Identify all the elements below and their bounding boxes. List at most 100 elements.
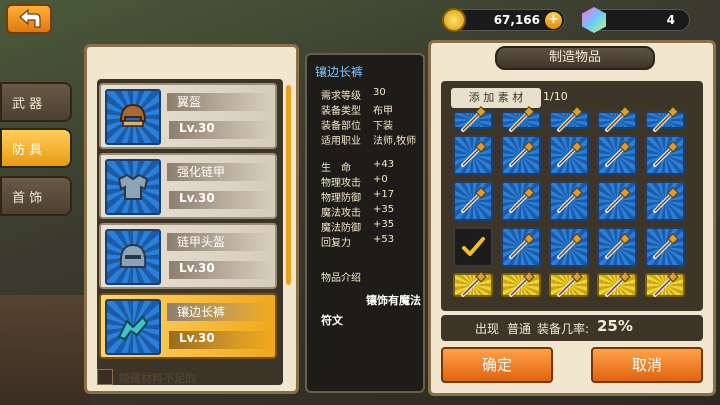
- material-slot[interactable]: [453, 135, 493, 175]
- list-item[interactable]: 链甲头盔 Lv.30: [99, 223, 277, 289]
- material-slot[interactable]: [453, 181, 493, 221]
- material-slot[interactable]: [645, 271, 685, 297]
- info-label: 适用职业: [321, 136, 361, 147]
- material-slot[interactable]: [645, 135, 685, 175]
- material-slot[interactable]: [597, 135, 637, 175]
- sword-icon: [461, 187, 487, 213]
- detail-title: 镶边长裤: [315, 65, 364, 79]
- chance-type: 普通: [507, 322, 532, 336]
- stat-value: +53: [373, 234, 395, 245]
- sword-icon: [605, 271, 631, 297]
- item-detail-panel: 镶边长裤 需求等级 30 装备类型 布甲 装备部位 下装 适用职业 法师,牧师 …: [305, 53, 425, 393]
- sword-icon: [653, 187, 679, 213]
- stat-label: 魔法攻击: [321, 208, 361, 219]
- checkmark-icon: [462, 237, 485, 256]
- sword-icon: [461, 106, 487, 132]
- chainmail-armor-icon: [105, 159, 161, 215]
- stat-label: 回复力: [321, 238, 351, 249]
- material-slot[interactable]: [549, 181, 589, 221]
- material-slot[interactable]: [645, 106, 685, 132]
- sword-icon: [509, 141, 535, 167]
- list-item[interactable]: 强化链甲 Lv.30: [99, 153, 277, 219]
- info-value: 布甲: [373, 106, 393, 117]
- sword-icon: [653, 233, 679, 259]
- sword-icon: [557, 187, 583, 213]
- material-slot[interactable]: [501, 181, 541, 221]
- info-label: 装备部位: [321, 121, 361, 132]
- gold-counter: 67,166 +: [442, 8, 565, 32]
- sword-icon: [557, 141, 583, 167]
- item-level: Lv.30: [169, 191, 273, 209]
- material-slot-selected[interactable]: [453, 227, 493, 267]
- tab-label: 武 器: [12, 96, 43, 112]
- chain-helmet-icon: [105, 229, 161, 285]
- material-slot[interactable]: [549, 227, 589, 267]
- chance-label: 装备几率:: [537, 322, 590, 336]
- list-item[interactable]: 翼盔 Lv.30: [99, 83, 277, 149]
- material-slot[interactable]: [501, 271, 541, 297]
- craft-panel: 制造物品 添 加 素 材 1/10 出现 普通 装备几率: 25% 确定 取消: [428, 40, 716, 396]
- sword-icon: [509, 271, 535, 297]
- chance-prefix: 出现: [475, 322, 500, 336]
- gold-coin-icon: [442, 8, 466, 32]
- confirm-button[interactable]: 确定: [441, 347, 553, 383]
- sword-icon: [557, 271, 583, 297]
- chance-value: 25%: [597, 317, 633, 335]
- sword-icon: [557, 233, 583, 259]
- background-building: [0, 295, 90, 405]
- material-slot[interactable]: [549, 106, 589, 132]
- info-value: 下装: [373, 121, 393, 132]
- material-slot[interactable]: [645, 227, 685, 267]
- tab-weapons[interactable]: 武 器: [0, 82, 72, 122]
- tab-label: 防 具: [12, 142, 43, 158]
- item-name: 镶边长裤: [167, 303, 271, 321]
- description-text: 镶饰有魔法 符文: [321, 293, 421, 329]
- stat-value: +17: [373, 189, 395, 200]
- sword-icon: [509, 233, 535, 259]
- back-button[interactable]: [6, 4, 52, 34]
- tab-label: 首 饰: [12, 190, 43, 206]
- material-slot[interactable]: [501, 135, 541, 175]
- material-slot[interactable]: [597, 106, 637, 132]
- sword-icon: [653, 141, 679, 167]
- sword-icon: [605, 141, 631, 167]
- sword-icon: [461, 141, 487, 167]
- material-slot[interactable]: [549, 271, 589, 297]
- hide-insufficient-label: 隐藏材料不足的: [119, 372, 196, 385]
- description-line: 镶饰有魔法: [366, 294, 421, 307]
- material-slot[interactable]: [453, 106, 493, 132]
- stat-value: +43: [373, 159, 395, 170]
- sword-icon: [461, 271, 487, 297]
- hide-insufficient-checkbox[interactable]: [97, 369, 113, 385]
- sword-icon: [605, 106, 631, 132]
- item-name: 强化链甲: [167, 163, 271, 181]
- material-slot[interactable]: [645, 181, 685, 221]
- info-value: 30: [373, 87, 386, 98]
- stat-value: +35: [373, 204, 395, 215]
- item-name: 翼盔: [167, 93, 271, 111]
- list-scrollbar[interactable]: [286, 85, 291, 285]
- material-slot[interactable]: [501, 106, 541, 132]
- stat-label: 物理防御: [321, 193, 361, 204]
- material-slot[interactable]: [597, 271, 637, 297]
- item-level: Lv.30: [169, 261, 273, 279]
- add-gold-button[interactable]: +: [545, 12, 562, 29]
- tab-jewelry[interactable]: 首 饰: [0, 176, 72, 216]
- stat-label: 物理攻击: [321, 178, 361, 189]
- item-list-panel: 翼盔 Lv.30 强化链甲 Lv.30 链甲头盔 Lv.30 镶边长裤 Lv.3…: [84, 44, 299, 394]
- material-slot[interactable]: [501, 227, 541, 267]
- material-slot[interactable]: [549, 135, 589, 175]
- info-label: 装备类型: [321, 106, 361, 117]
- tab-armor[interactable]: 防 具: [0, 128, 72, 168]
- description-title: 物品介绍: [321, 273, 361, 284]
- cancel-button[interactable]: 取消: [591, 347, 703, 383]
- stat-label: 生 命: [321, 163, 351, 174]
- description-line: 符文: [321, 314, 343, 327]
- material-slot[interactable]: [597, 227, 637, 267]
- item-level: Lv.30: [169, 331, 273, 349]
- list-item-selected[interactable]: 镶边长裤 Lv.30: [99, 293, 277, 359]
- item-name: 链甲头盔: [167, 233, 271, 251]
- material-slot[interactable]: [453, 271, 493, 297]
- sword-icon: [557, 106, 583, 132]
- material-slot[interactable]: [597, 181, 637, 221]
